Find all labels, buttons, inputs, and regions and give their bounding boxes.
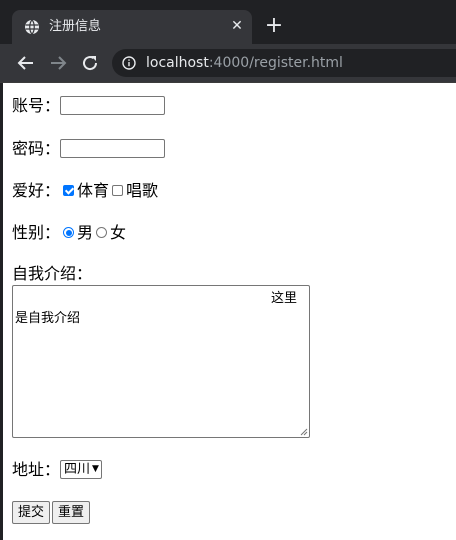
hobby-sports-checkbox[interactable] bbox=[63, 185, 75, 196]
address-row: 地址： 四川 ▼ bbox=[12, 459, 102, 480]
account-label: 账号： bbox=[12, 95, 61, 115]
hobby-singing-label: 唱歌 bbox=[126, 180, 159, 200]
account-row: 账号： bbox=[12, 95, 166, 116]
intro-label: 自我介绍： bbox=[12, 263, 93, 283]
intro-text-line2: 是自我介绍 bbox=[15, 311, 81, 326]
hobby-sports-label: 体育 bbox=[77, 180, 110, 200]
hobby-row: 爱好： 体育 唱歌 bbox=[12, 180, 158, 201]
gender-male-label: 男 bbox=[77, 222, 94, 242]
intro-row: 自我介绍： bbox=[12, 263, 92, 284]
password-row: 密码： bbox=[12, 138, 166, 159]
browser-tab[interactable]: 注册信息 ✕ bbox=[12, 10, 252, 44]
browser-chrome: 注册信息 ✕ + localhost:4000/register.html bbox=[0, 0, 456, 83]
address-bar[interactable]: localhost:4000/register.html bbox=[112, 49, 456, 77]
tab-title: 注册信息 bbox=[49, 19, 102, 34]
password-label: 密码： bbox=[12, 138, 61, 158]
submit-button[interactable]: 提交 bbox=[12, 501, 51, 524]
account-input[interactable] bbox=[60, 96, 166, 115]
password-input[interactable] bbox=[60, 139, 166, 158]
intro-text-line1: 这里 bbox=[270, 291, 297, 306]
gender-label: 性别： bbox=[12, 222, 61, 242]
reload-icon[interactable] bbox=[80, 53, 100, 73]
url-text: localhost:4000/register.html bbox=[146, 55, 343, 71]
hobby-label: 爱好： bbox=[12, 180, 61, 200]
gender-row: 性别： 男女 bbox=[12, 222, 126, 243]
resize-grip-icon[interactable] bbox=[300, 428, 308, 436]
browser-toolbar: localhost:4000/register.html bbox=[0, 44, 456, 82]
url-host: localhost bbox=[146, 55, 209, 71]
reset-button[interactable]: 重置 bbox=[52, 501, 91, 524]
info-icon[interactable] bbox=[122, 56, 136, 70]
hobby-singing-checkbox[interactable] bbox=[112, 185, 124, 196]
gender-female-radio[interactable] bbox=[96, 227, 108, 238]
address-label: 地址： bbox=[12, 459, 61, 479]
globe-icon bbox=[25, 19, 39, 35]
button-row: 提交 重置 bbox=[12, 501, 92, 524]
address-selected-value: 四川 bbox=[64, 462, 91, 477]
gender-male-radio[interactable] bbox=[63, 227, 75, 238]
back-arrow-icon[interactable] bbox=[16, 53, 36, 73]
chevron-down-icon: ▼ bbox=[92, 464, 99, 474]
gender-female-label: 女 bbox=[110, 222, 127, 242]
intro-textarea[interactable]: 这里 是自我介绍 bbox=[12, 285, 310, 438]
close-icon[interactable]: ✕ bbox=[228, 17, 246, 35]
new-tab-button[interactable]: + bbox=[264, 15, 284, 37]
url-path: :4000/register.html bbox=[208, 55, 343, 71]
forward-arrow-icon[interactable] bbox=[48, 53, 68, 73]
page-content: 账号： 密码： 爱好： 体育 唱歌 性别： 男女 自我介绍： 这里 是自我介绍 地址：… bbox=[0, 83, 456, 540]
address-select[interactable]: 四川 ▼ bbox=[60, 460, 102, 479]
